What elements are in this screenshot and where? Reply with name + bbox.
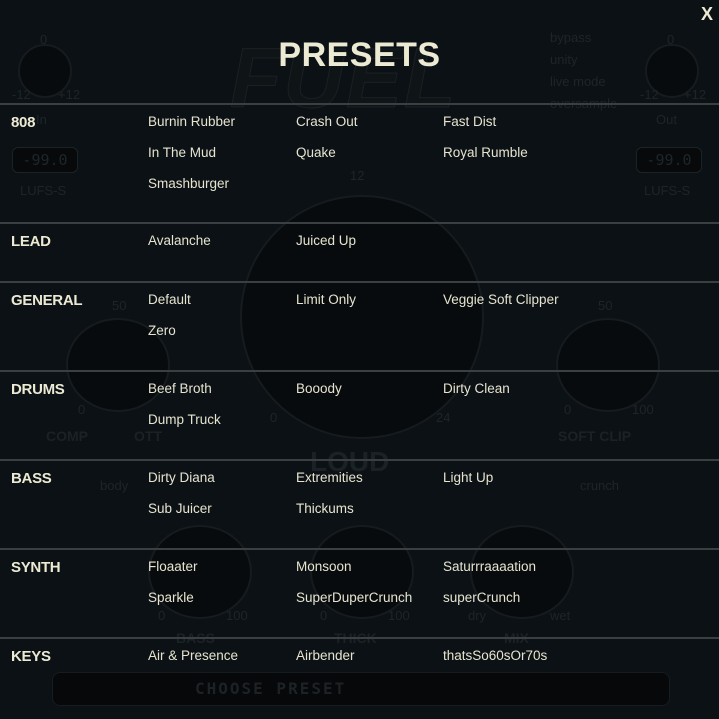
category-separator bbox=[0, 548, 719, 550]
category-separator bbox=[0, 222, 719, 224]
preset-item[interactable]: thatsSo60sOr70s bbox=[443, 648, 547, 663]
close-button[interactable]: X bbox=[701, 4, 713, 25]
preset-item[interactable]: Air & Presence bbox=[148, 648, 238, 663]
preset-item[interactable]: Floaater bbox=[148, 559, 198, 574]
presets-overlay: X PRESETS 808 Burnin Rubber Crash Out Fast … bbox=[0, 0, 719, 719]
preset-item[interactable]: Fast Dist bbox=[443, 114, 496, 129]
preset-item[interactable]: In The Mud bbox=[148, 145, 216, 160]
category-name: GENERAL bbox=[11, 292, 83, 309]
preset-item[interactable]: Dirty Diana bbox=[148, 470, 215, 485]
preset-item[interactable]: Smashburger bbox=[148, 176, 229, 191]
preset-item[interactable]: SuperDuperCrunch bbox=[296, 590, 412, 605]
preset-item[interactable]: Sub Juicer bbox=[148, 501, 212, 516]
preset-item[interactable]: Zero bbox=[148, 323, 176, 338]
preset-item[interactable]: Booody bbox=[296, 381, 342, 396]
preset-item[interactable]: Saturrraaaation bbox=[443, 559, 536, 574]
preset-item[interactable]: superCrunch bbox=[443, 590, 520, 605]
category-name: LEAD bbox=[11, 233, 51, 250]
preset-item[interactable]: Avalanche bbox=[148, 233, 211, 248]
preset-item[interactable]: Extremities bbox=[296, 470, 363, 485]
category-name: SYNTH bbox=[11, 559, 61, 576]
preset-item[interactable]: Thickums bbox=[296, 501, 354, 516]
preset-item[interactable]: Limit Only bbox=[296, 292, 356, 307]
preset-item[interactable]: Burnin Rubber bbox=[148, 114, 235, 129]
preset-item[interactable]: Crash Out bbox=[296, 114, 358, 129]
category-separator bbox=[0, 459, 719, 461]
presets-title: PRESETS bbox=[278, 36, 441, 74]
preset-item[interactable]: Monsoon bbox=[296, 559, 352, 574]
preset-item[interactable]: Beef Broth bbox=[148, 381, 212, 396]
category-separator bbox=[0, 281, 719, 283]
category-separator bbox=[0, 370, 719, 372]
preset-item[interactable]: Veggie Soft Clipper bbox=[443, 292, 559, 307]
category-name: DRUMS bbox=[11, 381, 65, 398]
category-separator bbox=[0, 637, 719, 639]
preset-item[interactable]: Airbender bbox=[296, 648, 355, 663]
preset-item[interactable]: Dump Truck bbox=[148, 412, 221, 427]
preset-item[interactable]: Dirty Clean bbox=[443, 381, 510, 396]
preset-item[interactable]: Light Up bbox=[443, 470, 493, 485]
category-separator bbox=[0, 103, 719, 105]
preset-item[interactable]: Default bbox=[148, 292, 191, 307]
preset-item[interactable]: Juiced Up bbox=[296, 233, 356, 248]
preset-item[interactable]: Sparkle bbox=[148, 590, 194, 605]
category-name: BASS bbox=[11, 470, 52, 487]
category-name: 808 bbox=[11, 114, 36, 131]
category-name: KEYS bbox=[11, 648, 51, 665]
preset-item[interactable]: Quake bbox=[296, 145, 336, 160]
preset-item[interactable]: Royal Rumble bbox=[443, 145, 528, 160]
